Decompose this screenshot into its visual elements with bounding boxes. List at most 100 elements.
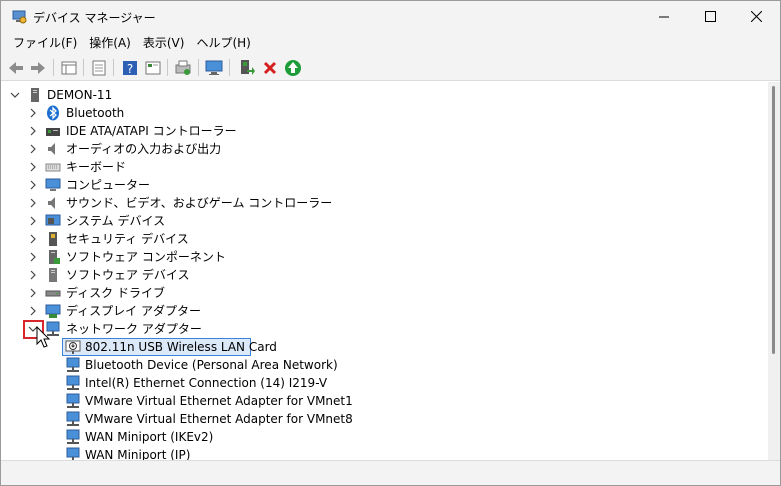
network-adapter-label: WAN Miniport (IKEv2) bbox=[85, 430, 214, 444]
tree-category-disk-drives[interactable]: ディスク ドライブ bbox=[1, 284, 761, 302]
tree-category-label: システム デバイス bbox=[66, 214, 166, 228]
network-adapter-intel-ethernet[interactable]: Intel(R) Ethernet Connection (14) I219-V bbox=[1, 374, 761, 392]
chevron-right-icon[interactable] bbox=[27, 197, 39, 209]
tree-category-label: IDE ATA/ATAPI コントローラー bbox=[66, 124, 237, 138]
tree-category-software-devices[interactable]: ソフトウェア デバイス bbox=[1, 266, 761, 284]
tree-category-audio-io[interactable]: オーディオの入力および出力 bbox=[1, 140, 761, 158]
network-adapter-icon bbox=[66, 429, 80, 444]
tree-category-system-devices[interactable]: システム デバイス bbox=[1, 212, 761, 230]
tree-category-label: Bluetooth bbox=[66, 106, 125, 120]
chevron-right-icon[interactable] bbox=[27, 287, 39, 299]
tree-category-label: セキュリティ デバイス bbox=[66, 232, 189, 246]
bluetooth-icon bbox=[47, 105, 59, 121]
tree-category-software-components[interactable]: ソフトウェア コンポーネント bbox=[1, 248, 761, 266]
computer-icon bbox=[45, 178, 61, 191]
ide-controller-icon bbox=[46, 128, 60, 136]
chevron-right-icon[interactable] bbox=[27, 179, 39, 191]
tree-category-label: コンピューター bbox=[66, 178, 151, 192]
tree-category-label: ディスプレイ アダプター bbox=[66, 304, 201, 318]
tree-category-computer[interactable]: コンピューター bbox=[1, 176, 761, 194]
uninstall-device-icon[interactable] bbox=[260, 58, 280, 78]
menu-action[interactable]: 操作(A) bbox=[83, 32, 137, 54]
network-adapter-icon bbox=[66, 393, 80, 408]
network-adapter-label: Intel(R) Ethernet Connection (14) I219-V bbox=[85, 376, 328, 390]
tree-category-label: キーボード bbox=[66, 160, 127, 174]
toolbar: ? bbox=[1, 54, 780, 81]
system-device-icon bbox=[45, 214, 61, 226]
menu-file[interactable]: ファイル(F) bbox=[7, 32, 83, 54]
device-manager-window: デバイス マネージャー ファイル(F) 操作(A) 表示(V) ヘルプ(H) ? bbox=[0, 0, 781, 486]
network-adapter-icon bbox=[66, 357, 80, 372]
window-title: デバイス マネージャー bbox=[33, 11, 156, 25]
svg-text:?: ? bbox=[127, 62, 133, 76]
menu-help[interactable]: ヘルプ(H) bbox=[190, 32, 256, 54]
close-icon bbox=[750, 11, 762, 22]
tree-category-ide[interactable]: IDE ATA/ATAPI コントローラー bbox=[1, 122, 761, 140]
print-icon[interactable] bbox=[173, 58, 193, 78]
chevron-right-icon[interactable] bbox=[27, 251, 39, 263]
tree-category-network-adapters[interactable]: ネットワーク アダプター bbox=[1, 320, 761, 338]
tree-root-label: DEMON-11 bbox=[47, 88, 113, 102]
network-adapter-label: Bluetooth Device (Personal Area Network) bbox=[85, 358, 338, 372]
tree-category-display-adapters[interactable]: ディスプレイ アダプター bbox=[1, 302, 761, 320]
toolbar-separator bbox=[83, 59, 84, 76]
toolbar-separator bbox=[198, 59, 199, 76]
update-driver-icon[interactable] bbox=[236, 58, 256, 78]
chevron-right-icon[interactable] bbox=[27, 125, 39, 137]
chevron-right-icon[interactable] bbox=[27, 269, 39, 281]
minimize-button[interactable] bbox=[641, 1, 687, 32]
forward-arrow-icon[interactable] bbox=[28, 58, 48, 78]
properties-icon[interactable] bbox=[89, 58, 109, 78]
chevron-right-icon[interactable] bbox=[27, 215, 39, 227]
menu-view[interactable]: 表示(V) bbox=[137, 32, 191, 54]
toolbar-separator bbox=[167, 59, 168, 76]
network-adapter-icon bbox=[66, 447, 80, 460]
device-tree[interactable]: DEMON-11 Bluetooth IDE ATA/ATAPI コントローラー… bbox=[1, 82, 768, 460]
tree-category-security-devices[interactable]: セキュリティ デバイス bbox=[1, 230, 761, 248]
tree-category-keyboard[interactable]: キーボード bbox=[1, 158, 761, 176]
scan-hardware-icon[interactable] bbox=[204, 58, 224, 78]
tree-root-row[interactable]: DEMON-11 bbox=[1, 86, 761, 104]
help-icon[interactable]: ? bbox=[120, 58, 140, 78]
chevron-right-icon[interactable] bbox=[27, 305, 39, 317]
tree-category-sound-video-game[interactable]: サウンド、ビデオ、およびゲーム コントローラー bbox=[1, 194, 761, 212]
tree-category-label: サウンド、ビデオ、およびゲーム コントローラー bbox=[66, 196, 333, 210]
keyboard-icon bbox=[45, 163, 61, 172]
software-component-icon bbox=[49, 250, 60, 264]
scrollbar-thumb[interactable] bbox=[772, 86, 775, 354]
network-adapter-label: 802.11n USB Wireless LAN Card bbox=[85, 340, 277, 354]
chevron-down-icon[interactable] bbox=[9, 89, 21, 101]
vertical-scrollbar[interactable] bbox=[768, 82, 780, 460]
chevron-right-icon[interactable] bbox=[27, 233, 39, 245]
network-adapter-label: VMware Virtual Ethernet Adapter for VMne… bbox=[85, 412, 353, 426]
back-arrow-icon[interactable] bbox=[6, 58, 26, 78]
tree-category-label: ソフトウェア デバイス bbox=[66, 268, 190, 282]
title-bar[interactable]: デバイス マネージャー bbox=[1, 1, 780, 32]
maximize-button[interactable] bbox=[687, 1, 733, 32]
close-button[interactable] bbox=[733, 1, 779, 32]
network-adapter-wireless-lan[interactable]: 802.11n USB Wireless LAN Card bbox=[1, 338, 761, 356]
tree-category-label: ネットワーク アダプター bbox=[66, 322, 202, 336]
maximize-icon bbox=[704, 11, 716, 22]
tree-category-bluetooth[interactable]: Bluetooth bbox=[1, 104, 761, 122]
status-bar bbox=[1, 460, 780, 485]
network-adapter-bluetooth-pan[interactable]: Bluetooth Device (Personal Area Network) bbox=[1, 356, 761, 374]
toolbar-separator bbox=[113, 59, 114, 76]
chevron-right-icon[interactable] bbox=[27, 143, 39, 155]
speaker-icon bbox=[48, 197, 55, 209]
computer-icon bbox=[31, 88, 39, 102]
speaker-icon bbox=[48, 143, 55, 155]
network-adapter-vmnet1[interactable]: VMware Virtual Ethernet Adapter for VMne… bbox=[1, 392, 761, 410]
enable-device-icon[interactable] bbox=[283, 58, 303, 78]
minimize-icon bbox=[659, 16, 669, 17]
network-adapter-wan-ikev2[interactable]: WAN Miniport (IKEv2) bbox=[1, 428, 761, 446]
action-pane-icon[interactable] bbox=[143, 58, 163, 78]
show-hide-console-tree-icon[interactable] bbox=[59, 58, 79, 78]
network-adapter-wan-ip[interactable]: WAN Miniport (IP) bbox=[1, 446, 761, 460]
chevron-right-icon[interactable] bbox=[27, 107, 39, 119]
chevron-right-icon[interactable] bbox=[27, 161, 39, 173]
mouse-cursor-icon bbox=[36, 326, 51, 348]
toolbar-separator bbox=[229, 59, 230, 76]
network-adapter-vmnet8[interactable]: VMware Virtual Ethernet Adapter for VMne… bbox=[1, 410, 761, 428]
security-device-icon bbox=[49, 232, 57, 246]
